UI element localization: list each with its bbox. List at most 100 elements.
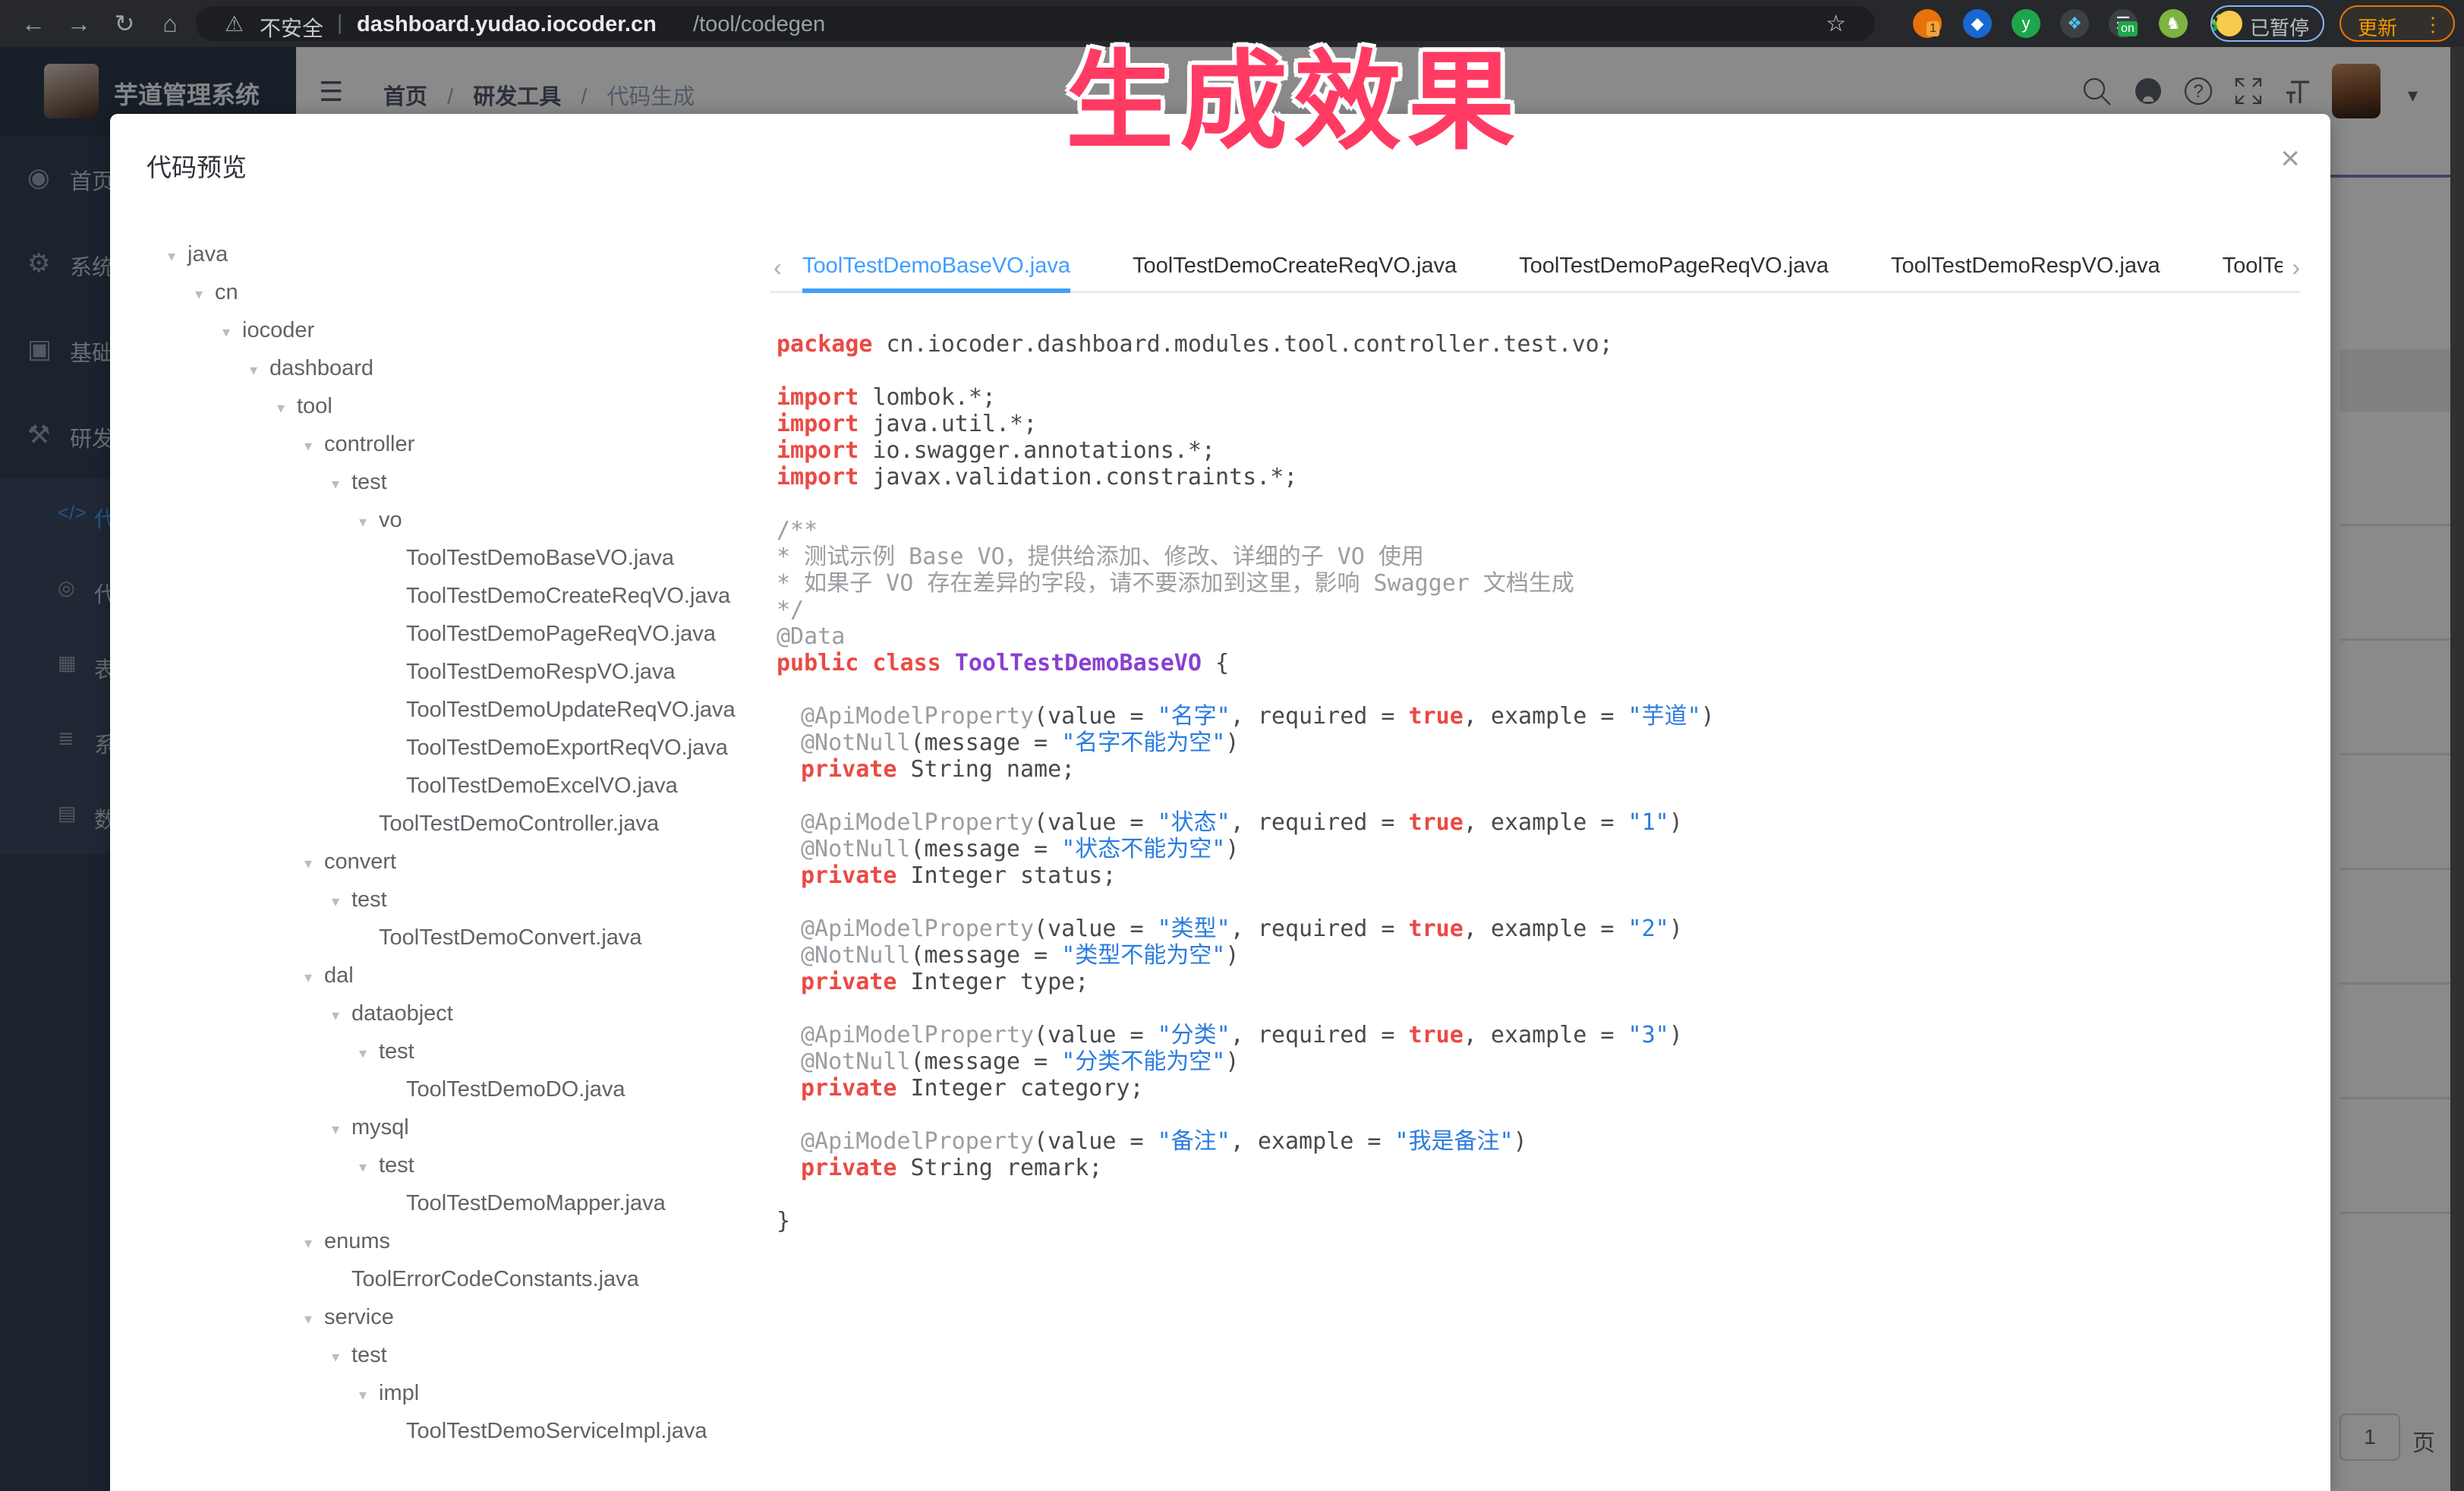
- tree-folder-cn[interactable]: ▾cn: [145, 273, 760, 311]
- code-token: "状态": [1158, 809, 1230, 836]
- tree-caret-icon[interactable]: ▾: [332, 1111, 351, 1149]
- tree-caret-icon[interactable]: ▾: [250, 351, 269, 389]
- tree-folder-service[interactable]: ▾service: [145, 1298, 760, 1336]
- tree-file-ToolTestDemoPageReqVO.java[interactable]: ▾ToolTestDemoPageReqVO.java: [145, 615, 760, 653]
- tree-folder-dal[interactable]: ▾dal: [145, 957, 760, 995]
- code-token: @ApiModelProperty: [801, 809, 1034, 836]
- code-token: private: [801, 1155, 911, 1181]
- tree-folder-dataobject[interactable]: ▾dataobject: [145, 995, 760, 1032]
- tree-caret-icon[interactable]: ▾: [304, 1300, 324, 1338]
- code-token: * 如果子 VO 存在差异的字段，请不要添加到这里，影响 Swagger 文档生…: [777, 570, 1574, 597]
- code-token: "状态不能为空": [1061, 836, 1225, 862]
- tree-folder-enums[interactable]: ▾enums: [145, 1222, 760, 1260]
- tree-folder-tool[interactable]: ▾tool: [145, 387, 760, 425]
- tree-caret-icon[interactable]: ▾: [332, 1338, 351, 1376]
- tree-caret-icon[interactable]: ▾: [304, 845, 324, 883]
- extension-icon[interactable]: ❖: [2060, 9, 2089, 38]
- tree-file-ToolTestDemoDO.java[interactable]: ▾ToolTestDemoDO.java: [145, 1070, 760, 1108]
- tree-caret-icon[interactable]: ▾: [222, 314, 242, 351]
- extension-icon[interactable]: ♞: [2159, 9, 2188, 38]
- bookmark-star-icon[interactable]: ☆: [1826, 11, 1846, 37]
- code-token: lombok.*;: [872, 384, 996, 411]
- code-token: (value =: [1034, 703, 1158, 730]
- tree-caret-icon[interactable]: ▾: [332, 883, 351, 921]
- tree-folder-test[interactable]: ▾test: [145, 463, 760, 501]
- code-line: /**: [777, 517, 2295, 544]
- tabs-scroll-right-icon[interactable]: ›: [2292, 254, 2300, 282]
- code-token: ): [1514, 1128, 1527, 1155]
- address-bar[interactable]: ⚠ 不安全 | dashboard.yudao.iocoder.cn /tool…: [196, 6, 1875, 41]
- code-token: @NotNull: [801, 1048, 911, 1075]
- tab-ToolTestDemoBaseVO.java[interactable]: ToolTestDemoBaseVO.java: [802, 243, 1070, 293]
- tree-node-label: java: [187, 242, 228, 266]
- tree-caret-icon[interactable]: ▾: [168, 238, 187, 276]
- tree-folder-convert[interactable]: ▾convert: [145, 843, 760, 881]
- tree-folder-vo[interactable]: ▾vo: [145, 501, 760, 539]
- tree-caret-icon[interactable]: ▾: [332, 465, 351, 503]
- code-line: @ApiModelProperty(value = "备注", example …: [777, 1128, 2295, 1155]
- tree-folder-test[interactable]: ▾test: [145, 1336, 760, 1374]
- tree-caret-icon[interactable]: ▾: [277, 389, 297, 427]
- browser-back-icon[interactable]: ←: [17, 8, 50, 39]
- tree-node-label: enums: [324, 1229, 390, 1253]
- tabs-scroll-left-icon[interactable]: ‹: [774, 254, 782, 282]
- tree-folder-test[interactable]: ▾test: [145, 1032, 760, 1070]
- tree-caret-icon[interactable]: ▾: [195, 276, 215, 314]
- browser-forward-icon[interactable]: →: [62, 8, 96, 39]
- browser-home-icon[interactable]: ⌂: [153, 8, 187, 39]
- tree-caret-icon[interactable]: ▾: [304, 427, 324, 465]
- tree-file-ToolTestDemoExportReqVO.java[interactable]: ▾ToolTestDemoExportReqVO.java: [145, 729, 760, 767]
- tree-folder-iocoder[interactable]: ▾iocoder: [145, 311, 760, 349]
- tree-folder-impl[interactable]: ▾impl: [145, 1374, 760, 1412]
- tree-file-ToolTestDemoConvert.java[interactable]: ▾ToolTestDemoConvert.java: [145, 919, 760, 957]
- tree-caret-icon[interactable]: ▾: [359, 1376, 379, 1414]
- code-line: */: [777, 597, 2295, 623]
- browser-update-button[interactable]: 更新 ⋮: [2340, 5, 2455, 42]
- extension-badge: 1: [1927, 21, 1939, 36]
- tree-file-ToolTestDemoServiceImpl.java[interactable]: ▾ToolTestDemoServiceImpl.java: [145, 1412, 760, 1450]
- tree-folder-test[interactable]: ▾test: [145, 881, 760, 919]
- tree-folder-test[interactable]: ▾test: [145, 1146, 760, 1184]
- tree-file-ToolTestDemoController.java[interactable]: ▾ToolTestDemoController.java: [145, 805, 760, 843]
- tree-file-ToolTestDemoUpdateReqVO.java[interactable]: ▾ToolTestDemoUpdateReqVO.java: [145, 691, 760, 729]
- tree-folder-java[interactable]: ▾java: [145, 235, 760, 273]
- code-token: ): [1669, 916, 1683, 942]
- extension-icon[interactable]: ◆: [1963, 9, 1992, 38]
- tab-ToolTestDemoUpdateReqVO.java[interactable]: ToolTestDemoUpdateReqVO.java: [2223, 243, 2283, 293]
- extension-icon[interactable]: 1: [1913, 9, 1942, 38]
- tree-node-label: service: [324, 1305, 394, 1329]
- tab-ToolTestDemoPageReqVO.java[interactable]: ToolTestDemoPageReqVO.java: [1519, 243, 1829, 293]
- tree-file-ToolTestDemoCreateReqVO.java[interactable]: ▾ToolTestDemoCreateReqVO.java: [145, 577, 760, 615]
- tab-ToolTestDemoCreateReqVO.java[interactable]: ToolTestDemoCreateReqVO.java: [1133, 243, 1457, 293]
- tree-file-ToolTestDemoRespVO.java[interactable]: ▾ToolTestDemoRespVO.java: [145, 653, 760, 691]
- code-token: true: [1409, 1022, 1464, 1048]
- tree-folder-controller[interactable]: ▾controller: [145, 425, 760, 463]
- code-panel: ‹ ToolTestDemoBaseVO.java ToolTestDemoCre…: [770, 243, 2300, 1473]
- browser-profile-chip[interactable]: 已暂停: [2210, 5, 2324, 42]
- close-icon[interactable]: ×: [2280, 140, 2300, 178]
- tree-folder-mysql[interactable]: ▾mysql: [145, 1108, 760, 1146]
- tree-file-ToolTestDemoMapper.java[interactable]: ▾ToolTestDemoMapper.java: [145, 1184, 760, 1222]
- tree-caret-icon[interactable]: ▾: [332, 997, 351, 1035]
- tree-caret-icon[interactable]: ▾: [359, 1035, 379, 1073]
- tab-ToolTestDemoRespVO.java[interactable]: ToolTestDemoRespVO.java: [1891, 243, 2160, 293]
- extension-icon[interactable]: y: [2012, 9, 2040, 38]
- tree-file-ToolErrorCodeConstants.java[interactable]: ▾ToolErrorCodeConstants.java: [145, 1260, 760, 1298]
- browser-reload-icon[interactable]: ↻: [108, 8, 141, 39]
- security-label[interactable]: 不安全: [260, 12, 323, 43]
- code-token: , required =: [1230, 703, 1409, 730]
- tree-caret-icon[interactable]: ▾: [304, 1225, 324, 1262]
- tree-caret-icon[interactable]: ▾: [359, 503, 379, 541]
- extension-icon[interactable]: ☰ on: [2109, 9, 2138, 38]
- code-token: "分类": [1158, 1022, 1230, 1048]
- code-token: , required =: [1230, 809, 1409, 836]
- code-token: true: [1409, 916, 1464, 942]
- code-token: "芋道": [1628, 703, 1701, 730]
- code-line: public class ToolTestDemoBaseVO {: [777, 650, 2295, 676]
- tree-caret-icon[interactable]: ▾: [304, 959, 324, 997]
- tree-folder-dashboard[interactable]: ▾dashboard: [145, 349, 760, 387]
- tree-node-label: ToolTestDemoPageReqVO.java: [406, 622, 716, 646]
- tree-caret-icon[interactable]: ▾: [359, 1149, 379, 1187]
- tree-file-ToolTestDemoBaseVO.java[interactable]: ▾ToolTestDemoBaseVO.java: [145, 539, 760, 577]
- tree-file-ToolTestDemoExcelVO.java[interactable]: ▾ToolTestDemoExcelVO.java: [145, 767, 760, 805]
